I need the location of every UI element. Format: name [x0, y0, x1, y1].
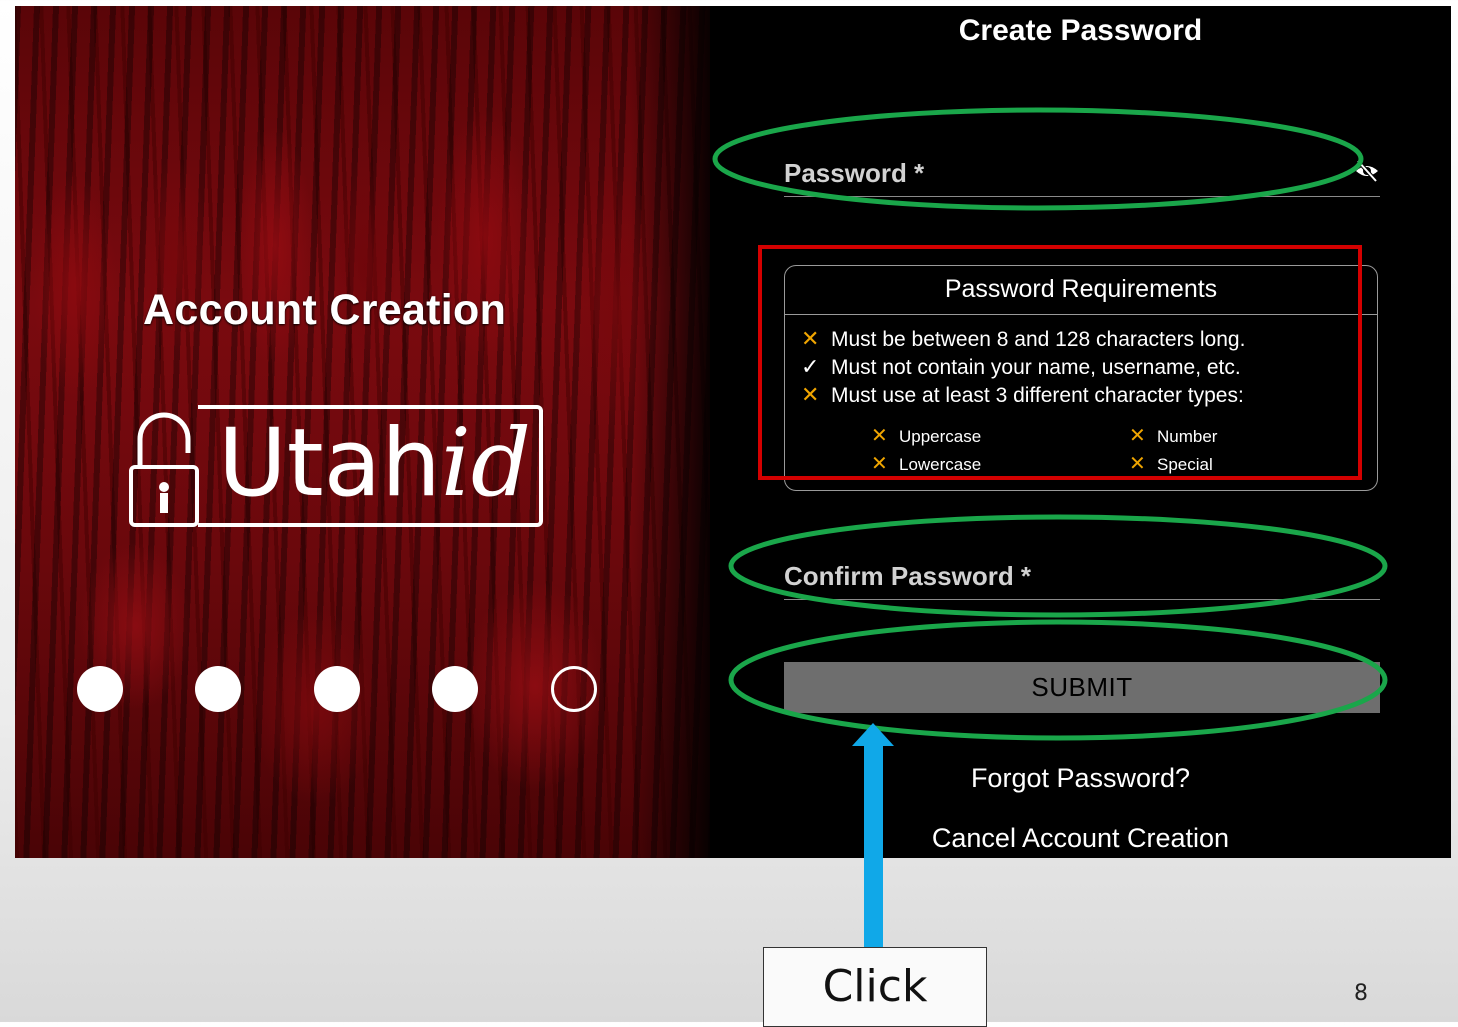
x-icon: ✕: [1129, 425, 1146, 447]
confirm-password-field[interactable]: Confirm Password *: [784, 553, 1380, 600]
utahid-logo: Utahid: [128, 401, 548, 531]
requirement-item: ✕ Must be between 8 and 128 characters lo…: [801, 326, 1246, 351]
form-title: Create Password: [958, 14, 1203, 47]
password-label: Password *: [784, 158, 925, 188]
eye-slash-icon[interactable]: [1354, 158, 1380, 184]
char-type-item: ✕ Uppercase: [871, 425, 982, 447]
logo-wordmark: Utahid: [218, 409, 532, 518]
cancel-account-creation-link[interactable]: Cancel Account Creation: [710, 823, 1451, 854]
x-icon: ✕: [871, 453, 888, 475]
requirement-item: ✕ Must use at least 3 different character…: [801, 382, 1244, 407]
check-icon: ✓: [801, 354, 820, 379]
account-creation-title: Account Creation: [143, 286, 507, 334]
char-type-item: ✕ Lowercase: [871, 453, 982, 475]
screenshot-frame: Account Creation Utahid Create Password …: [15, 6, 1451, 858]
password-requirements-box: Password Requirements ✕ Must be between 8…: [784, 265, 1378, 491]
char-type-item: ✕ Number: [1129, 425, 1218, 447]
password-field[interactable]: Password *: [784, 150, 1380, 197]
page-number: 8: [1354, 981, 1368, 1006]
click-callout: Click: [763, 947, 987, 1027]
requirements-title: Password Requirements: [785, 266, 1377, 315]
progress-dot-filled: [195, 666, 241, 712]
confirm-password-label: Confirm Password *: [784, 561, 1032, 591]
x-icon: ✕: [1129, 453, 1146, 475]
x-icon: ✕: [801, 326, 820, 351]
forgot-password-link[interactable]: Forgot Password?: [710, 763, 1451, 794]
char-type-item: ✕ Special: [1129, 453, 1213, 475]
progress-dot-filled: [314, 666, 360, 712]
progress-dot-filled: [432, 666, 478, 712]
background-photo: Account Creation Utahid: [15, 6, 710, 858]
x-icon: ✕: [871, 425, 888, 447]
x-icon: ✕: [801, 382, 820, 407]
progress-dot-current: [551, 666, 597, 712]
requirement-item: ✓ Must not contain your name, username, e…: [801, 354, 1241, 379]
lock-icon: [129, 412, 199, 527]
progress-dot-filled: [77, 666, 123, 712]
submit-button[interactable]: SUBMIT: [784, 662, 1380, 713]
